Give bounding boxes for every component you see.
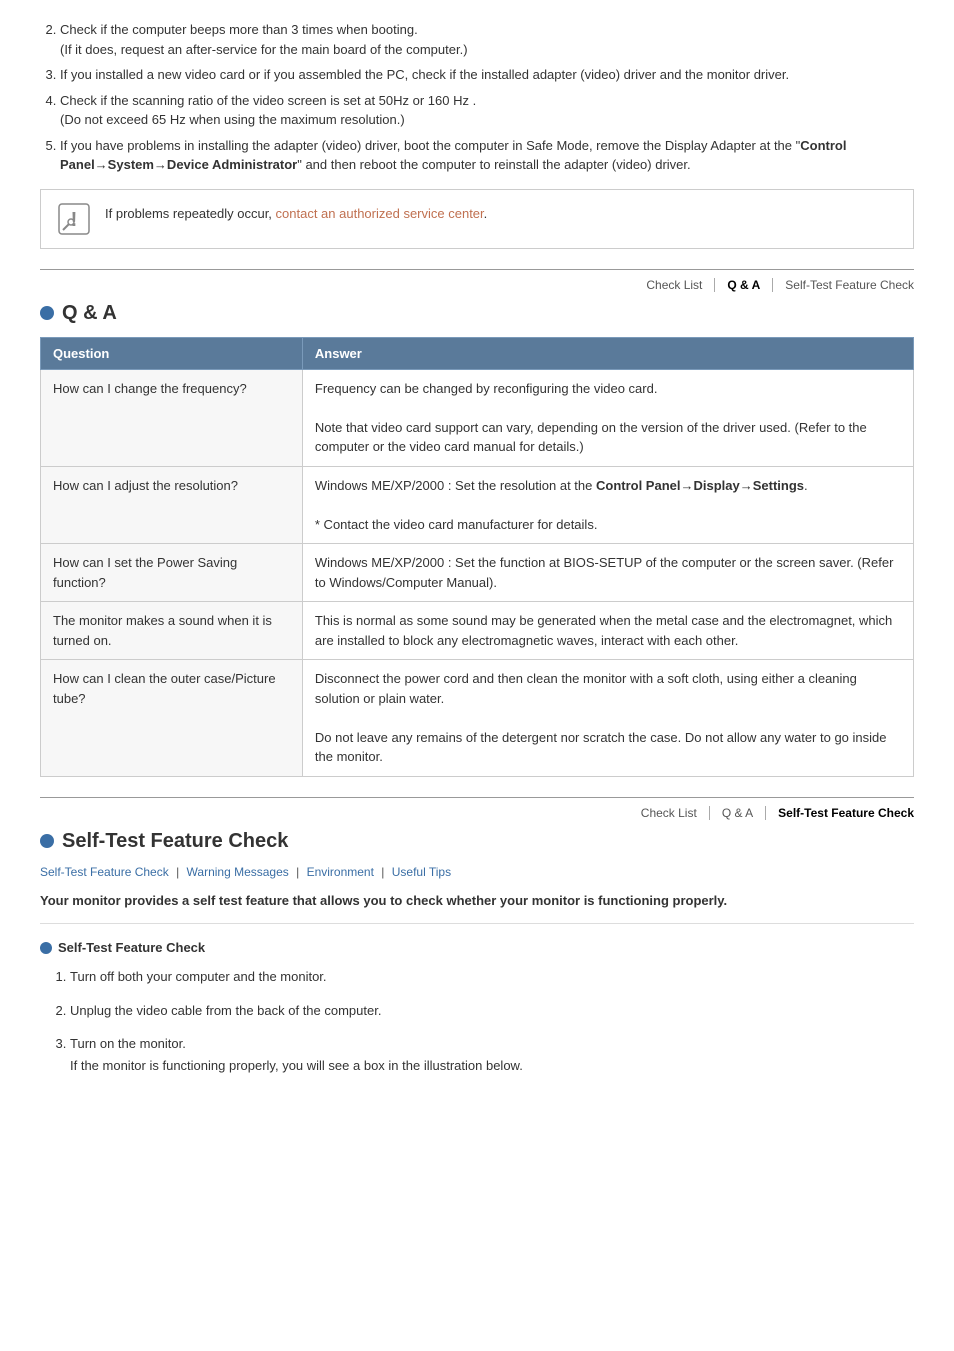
link-useful-tips[interactable]: Useful Tips — [392, 865, 451, 879]
selftest-sub-links: Self-Test Feature Check | Warning Messag… — [40, 865, 914, 879]
step-1: Turn off both your computer and the moni… — [70, 967, 914, 987]
qa-col-answer: Answer — [302, 337, 913, 369]
list-item-2-sub: (If it does, request an after-service fo… — [60, 42, 468, 57]
qa-answer-4: This is normal as some sound may be gene… — [302, 602, 913, 660]
bold-control-panel: Control Panel→Display→Settings — [596, 478, 804, 493]
table-row: How can I adjust the resolution? Windows… — [41, 466, 914, 544]
nav-checklist-bottom[interactable]: Check List — [629, 806, 710, 820]
note-suffix: . — [484, 206, 488, 221]
qa-answer-5: Disconnect the power cord and then clean… — [302, 660, 913, 777]
selftest-heading-container: Self-Test Feature Check — [40, 830, 914, 853]
table-row: How can I clean the outer case/Picture t… — [41, 660, 914, 777]
qa-answer-3: Windows ME/XP/2000 : Set the function at… — [302, 544, 913, 602]
qa-heading: Q & A — [62, 302, 117, 325]
list-item-2: Check if the computer beeps more than 3 … — [60, 20, 914, 59]
qa-heading-container: Q & A — [40, 302, 914, 325]
link-selftest[interactable]: Self-Test Feature Check — [40, 865, 169, 879]
nav-selftest-top[interactable]: Self-Test Feature Check — [773, 278, 914, 292]
list-item-3: If you installed a new video card or if … — [60, 65, 914, 85]
qa-question-3: How can I set the Power Saving function? — [41, 544, 303, 602]
selftest-heading: Self-Test Feature Check — [62, 830, 288, 853]
table-row: How can I set the Power Saving function?… — [41, 544, 914, 602]
note-prefix: If problems repeatedly occur, — [105, 206, 276, 221]
service-center-link[interactable]: contact an authorized service center — [276, 206, 484, 221]
selftest-small-dot — [40, 942, 52, 954]
link-warning-messages[interactable]: Warning Messages — [187, 865, 289, 879]
table-row: The monitor makes a sound when it is tur… — [41, 602, 914, 660]
nav-qa-bottom[interactable]: Q & A — [710, 806, 766, 820]
note-text: If problems repeatedly occur, contact an… — [105, 200, 487, 224]
nav-selftest-bottom[interactable]: Self-Test Feature Check — [766, 806, 914, 820]
nav-qa-top[interactable]: Q & A — [715, 278, 773, 292]
qa-section: Q & A Question Answer How can I change t… — [40, 302, 914, 777]
nav-bar-top: Check List Q & A Self-Test Feature Check — [40, 269, 914, 292]
list-item-4: Check if the scanning ratio of the video… — [60, 91, 914, 130]
top-section: Check if the computer beeps more than 3 … — [40, 20, 914, 249]
link-separator-1: | — [176, 865, 182, 879]
selftest-steps-list: Turn off both your computer and the moni… — [70, 967, 914, 1075]
top-numbered-list: Check if the computer beeps more than 3 … — [60, 20, 914, 175]
qa-question-5: How can I clean the outer case/Picture t… — [41, 660, 303, 777]
qa-col-question: Question — [41, 337, 303, 369]
list-item-4-sub: (Do not exceed 65 Hz when using the maxi… — [60, 112, 405, 127]
self-test-section: Self-Test Feature Check Self-Test Featur… — [40, 830, 914, 1076]
selftest-subheading-container: Self-Test Feature Check — [40, 940, 914, 955]
link-separator-2: | — [296, 865, 302, 879]
link-environment[interactable]: Environment — [307, 865, 374, 879]
list-item-5: If you have problems in installing the a… — [60, 136, 914, 175]
note-box: ! If problems repeatedly occur, contact … — [40, 189, 914, 249]
qa-question-2: How can I adjust the resolution? — [41, 466, 303, 544]
bold-text-adapter: Control Panel→System→Device Administrato… — [60, 138, 846, 173]
step-3-text: Turn on the monitor. — [70, 1036, 186, 1051]
nav-bar-bottom: Check List Q & A Self-Test Feature Check — [40, 797, 914, 820]
table-row: How can I change the frequency? Frequenc… — [41, 369, 914, 466]
warning-icon: ! — [55, 200, 93, 238]
qa-answer-1: Frequency can be changed by reconfigurin… — [302, 369, 913, 466]
selftest-sub-heading: Self-Test Feature Check — [58, 940, 205, 955]
qa-blue-dot — [40, 306, 54, 320]
link-separator-3: | — [381, 865, 387, 879]
selftest-intro: Your monitor provides a self test featur… — [40, 891, 914, 925]
qa-question-4: The monitor makes a sound when it is tur… — [41, 602, 303, 660]
step-2-text: Unplug the video cable from the back of … — [70, 1003, 381, 1018]
step-1-text: Turn off both your computer and the moni… — [70, 969, 327, 984]
step-3-sub: If the monitor is functioning properly, … — [70, 1056, 914, 1076]
qa-table: Question Answer How can I change the fre… — [40, 337, 914, 777]
step-2: Unplug the video cable from the back of … — [70, 1001, 914, 1021]
selftest-blue-dot — [40, 834, 54, 848]
step-3: Turn on the monitor. If the monitor is f… — [70, 1034, 914, 1075]
qa-answer-2: Windows ME/XP/2000 : Set the resolution … — [302, 466, 913, 544]
qa-question-1: How can I change the frequency? — [41, 369, 303, 466]
nav-checklist-top[interactable]: Check List — [634, 278, 715, 292]
